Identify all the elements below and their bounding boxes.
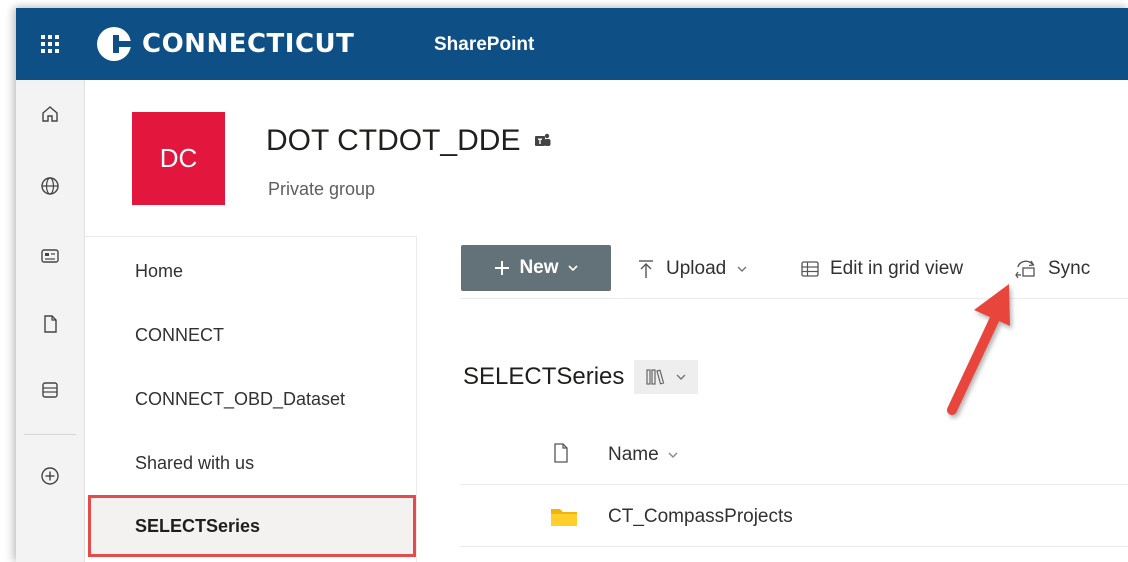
connecticut-logo-icon — [97, 27, 132, 61]
list-column-header: Name — [460, 428, 1128, 485]
grid-view-icon — [801, 261, 819, 277]
nav-item-label: Home — [135, 260, 184, 281]
app-bar — [16, 80, 85, 562]
library-view-icon — [646, 369, 665, 385]
upload-label: Upload — [666, 258, 727, 279]
nav-item-home[interactable]: Home — [84, 245, 416, 297]
library-header: SELECTSeries — [463, 360, 699, 394]
site-logo[interactable]: DC — [132, 112, 225, 205]
new-button-label: New — [519, 257, 559, 278]
nav-item-label: CONNECT — [135, 324, 224, 345]
new-button[interactable]: New — [461, 245, 611, 291]
suite-header: CONNECTICUT SharePoint — [16, 8, 1128, 80]
rail-divider — [24, 434, 76, 435]
nav-item-connect-obd-dataset[interactable]: CONNECT_OBD_Dataset — [84, 373, 416, 425]
plus-icon — [495, 261, 510, 275]
name-column-label: Name — [608, 444, 659, 465]
sync-label: Sync — [1048, 258, 1091, 279]
nav-item-selectseries[interactable]: SELECTSeries — [88, 495, 416, 557]
file-icon[interactable] — [30, 304, 70, 344]
news-icon[interactable] — [30, 236, 70, 276]
library-title: SELECTSeries — [463, 363, 625, 390]
nav-item-label: Shared with us — [135, 452, 255, 473]
brand-logo[interactable]: CONNECTICUT — [96, 26, 354, 62]
upload-button[interactable]: Upload — [636, 252, 748, 286]
annotation-arrow — [947, 284, 1010, 415]
nav-item-connect[interactable]: CONNECT — [84, 309, 416, 361]
add-circle-icon[interactable] — [30, 456, 70, 496]
nav-item-label: CONNECT_OBD_Dataset — [135, 388, 346, 409]
nav-item-label: SELECTSeries — [135, 515, 261, 536]
file-type-icon[interactable] — [552, 442, 570, 464]
view-switcher[interactable] — [634, 360, 699, 394]
folder-icon — [551, 509, 577, 526]
app-launcher-icon[interactable] — [16, 8, 84, 80]
home-icon[interactable] — [30, 94, 70, 134]
table-row[interactable]: CT_CompassProjects — [460, 486, 1128, 547]
site-navigation: Home CONNECT CONNECT_OBD_Dataset Shared … — [84, 236, 417, 562]
globe-icon[interactable] — [30, 166, 70, 206]
file-name[interactable]: CT_CompassProjects — [608, 506, 793, 528]
site-logo-initials: DC — [159, 143, 198, 173]
site-subtitle: Private group — [268, 179, 376, 199]
name-column-header[interactable]: Name — [608, 444, 679, 466]
chevron-down-icon — [737, 266, 747, 272]
app-name[interactable]: SharePoint — [434, 34, 534, 56]
site-title[interactable]: DOT CTDOT_DDE — [266, 124, 520, 158]
site-title-row: DOT CTDOT_DDE — [266, 124, 552, 158]
chevron-down-icon — [676, 374, 686, 380]
brand-name: CONNECTICUT — [142, 29, 355, 59]
chevron-down-icon — [567, 265, 578, 272]
chevron-down-icon — [668, 452, 678, 458]
upload-icon — [639, 260, 653, 278]
nav-item-shared-with-us[interactable]: Shared with us — [84, 437, 416, 489]
teams-icon[interactable] — [534, 132, 552, 150]
list-icon[interactable] — [30, 370, 70, 410]
